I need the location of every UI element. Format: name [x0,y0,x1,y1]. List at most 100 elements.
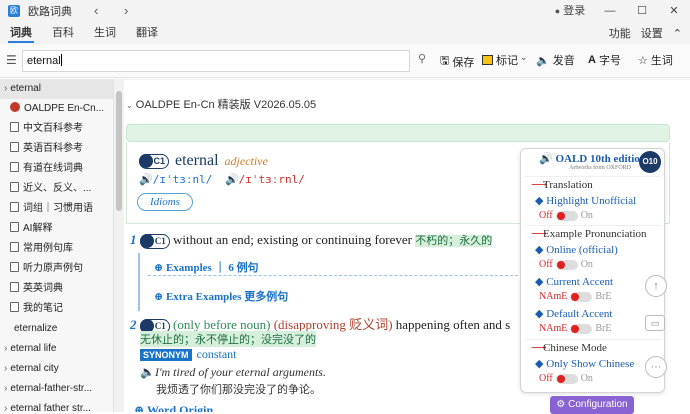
sidebar-item[interactable]: OALDPE En-Cn... [0,99,113,119]
configuration-button[interactable]: ⚙ Configuration [550,396,634,414]
maximize-button[interactable]: ☐ [626,0,658,22]
examples-toggle[interactable]: ⊕ Examples ｜ 6 例句 [154,259,259,275]
sidebar-item[interactable]: 英语百科参考 [0,139,113,159]
chinese-mode-toggle[interactable]: Off On [539,373,593,384]
close-button[interactable]: ✕ [658,0,690,22]
translation-option[interactable]: ◆ Highlight Unofficial [535,194,636,207]
us-pronunciation[interactable]: 🔊/ɪˈtɜːrnl/ [225,173,305,186]
chinese-mode-option[interactable]: ◆ Only Show Chinese [535,357,634,370]
star-icon: ☆ [638,54,648,67]
pronounce-button[interactable]: 🔈 发音 [536,52,575,68]
default-accent-toggle[interactable]: NAmE BrE [539,323,611,334]
dict-header[interactable]: ⌄ OALDPE En-Cn 精装版 V2026.05.05 [126,96,316,112]
sidebar-item[interactable]: › eternal city [0,359,113,379]
sidebar-item[interactable]: 词组｜习惯用语 [0,199,113,219]
sidebar-item-label: OALDPE En-Cn... [24,103,105,114]
sidebar-item[interactable]: › eternal-father-str... [0,379,113,399]
login-button[interactable]: ● 登录 [552,0,588,22]
sidebar-item[interactable]: 有道在线词典 [0,159,113,179]
speaker-small-icon[interactable]: 🔈 [140,365,155,379]
chevron-right-icon: › [4,343,8,354]
sidebar-item-label: 有道在线词典 [23,163,83,174]
back-arrow-icon[interactable]: ‹ [94,3,98,18]
translation-heading: Translation [543,179,593,191]
sidebar-item-label: 英语百科参考 [23,143,83,154]
document-icon [10,262,19,272]
synonym-label: SYNONYM [140,348,192,361]
sidebar-item[interactable]: › eternal father str... [0,399,113,412]
synonym-link[interactable]: constant [197,347,237,362]
sidebar-scrollbar[interactable] [114,79,124,412]
scroll-thumb[interactable] [116,91,122,211]
tab-translate[interactable]: 翻译 [126,22,168,44]
sidebar-item-label: 常用例句库 [23,243,73,254]
popup-divider-2 [525,225,661,226]
sidebar-item[interactable]: 听力原声例句 [0,259,113,279]
collapse-icon[interactable]: ⌃ [673,27,682,40]
sidebar-item[interactable]: 常用例句库 [0,239,113,259]
popup-title: 🔊 OALD 10th edition [539,153,646,165]
font-size-button[interactable]: A 字号 [588,52,621,68]
sidebar-item-label: 中文百科参考 [23,123,83,134]
word-origin-link[interactable]: ⊕ Word Origin [134,403,213,412]
sidebar-item[interactable]: 英英词典 [0,279,113,299]
sidebar-item[interactable]: › eternal [0,79,113,99]
search-icon[interactable]: ⚲ [418,52,426,65]
main-tabs: 词典 百科 生词 翻译 功能 设置 ⌃ [0,22,690,44]
grammar-note: (only before noun) [173,317,271,332]
toggle-switch[interactable] [555,210,578,221]
add-wordbook-button[interactable]: ☆ 生词 [638,52,673,68]
document-icon [10,162,19,172]
functions-menu[interactable]: 功能 [609,25,631,41]
mark-button[interactable]: 标记 [482,52,518,68]
sidebar-item-label: 我的笔记 [23,303,63,314]
comment-icon[interactable]: ▭ [645,315,665,331]
sidebar-item[interactable]: eternalize [0,319,113,339]
default-accent-option[interactable]: ◆ Default Accent [535,307,613,320]
extra-examples-toggle[interactable]: ⊕ Extra Examples 更多例句 [154,288,288,304]
mark-dropdown-icon[interactable]: ⌄ [520,52,528,63]
search-input[interactable]: eternal [22,50,410,72]
chevron-down-icon: ⌄ [126,101,133,110]
scroll-top-icon[interactable]: ↑ [645,275,667,297]
tab-encyclopedia[interactable]: 百科 [42,22,84,44]
br-pronunciation[interactable]: 🔊/ɪˈtɜːnl/ [139,173,212,186]
sidebar-item[interactable]: 近义、反义、... [0,179,113,199]
save-button[interactable]: 🖫 保存 [440,52,474,71]
translation-toggle[interactable]: Off On [539,210,593,221]
pronunciation-toggle[interactable]: Off On [539,259,593,270]
speaker-icon: 🔈 [536,54,550,67]
more-icon[interactable]: ··· [645,356,667,378]
tab-dictionary[interactable]: 词典 [0,22,42,44]
example-translation: 我烦透了你们那没完没了的争论。 [156,384,321,396]
tab-wordbook[interactable]: 生词 [84,22,126,44]
sidebar-item[interactable]: › eternal life [0,339,113,359]
headword: eternal [175,152,219,169]
title-bar: 欧 欧路词典 ‹ › ● 登录 — ☐ ✕ [0,0,690,22]
document-icon [10,202,19,212]
current-accent-toggle[interactable]: NAmE BrE [539,291,611,302]
sidebar-item-label: eternal-father-str... [10,383,93,394]
sidebar-item-label: eternalize [14,323,58,334]
sidebar-item[interactable]: 中文百科参考 [0,119,113,139]
toggle-switch[interactable] [570,291,593,302]
forward-arrow-icon[interactable]: › [124,3,128,18]
font-size-icon: A [588,54,596,66]
chevron-right-icon: › [4,363,8,374]
list-menu-icon[interactable]: ☰ [6,53,17,67]
current-accent-option[interactable]: ◆ Current Accent [535,275,613,288]
sidebar-item[interactable]: 我的笔记 [0,299,113,319]
sidebar-item-label: 英英词典 [23,283,63,294]
toggle-switch[interactable] [570,323,593,334]
document-icon [10,302,19,312]
idioms-button[interactable]: Idioms [137,193,193,211]
synonym-row: SYNONYM constant [140,347,237,362]
pronunciation-option[interactable]: ◆ Online (official) [535,243,618,256]
sidebar-item[interactable]: AI解释 [0,219,113,239]
minimize-button[interactable]: — [594,0,626,22]
document-icon [10,122,19,132]
settings-menu[interactable]: 设置 [641,25,663,41]
toggle-switch[interactable] [555,373,578,384]
sense-1: 1 C1 without an end; existing or continu… [130,232,493,249]
toggle-switch[interactable] [555,259,578,270]
